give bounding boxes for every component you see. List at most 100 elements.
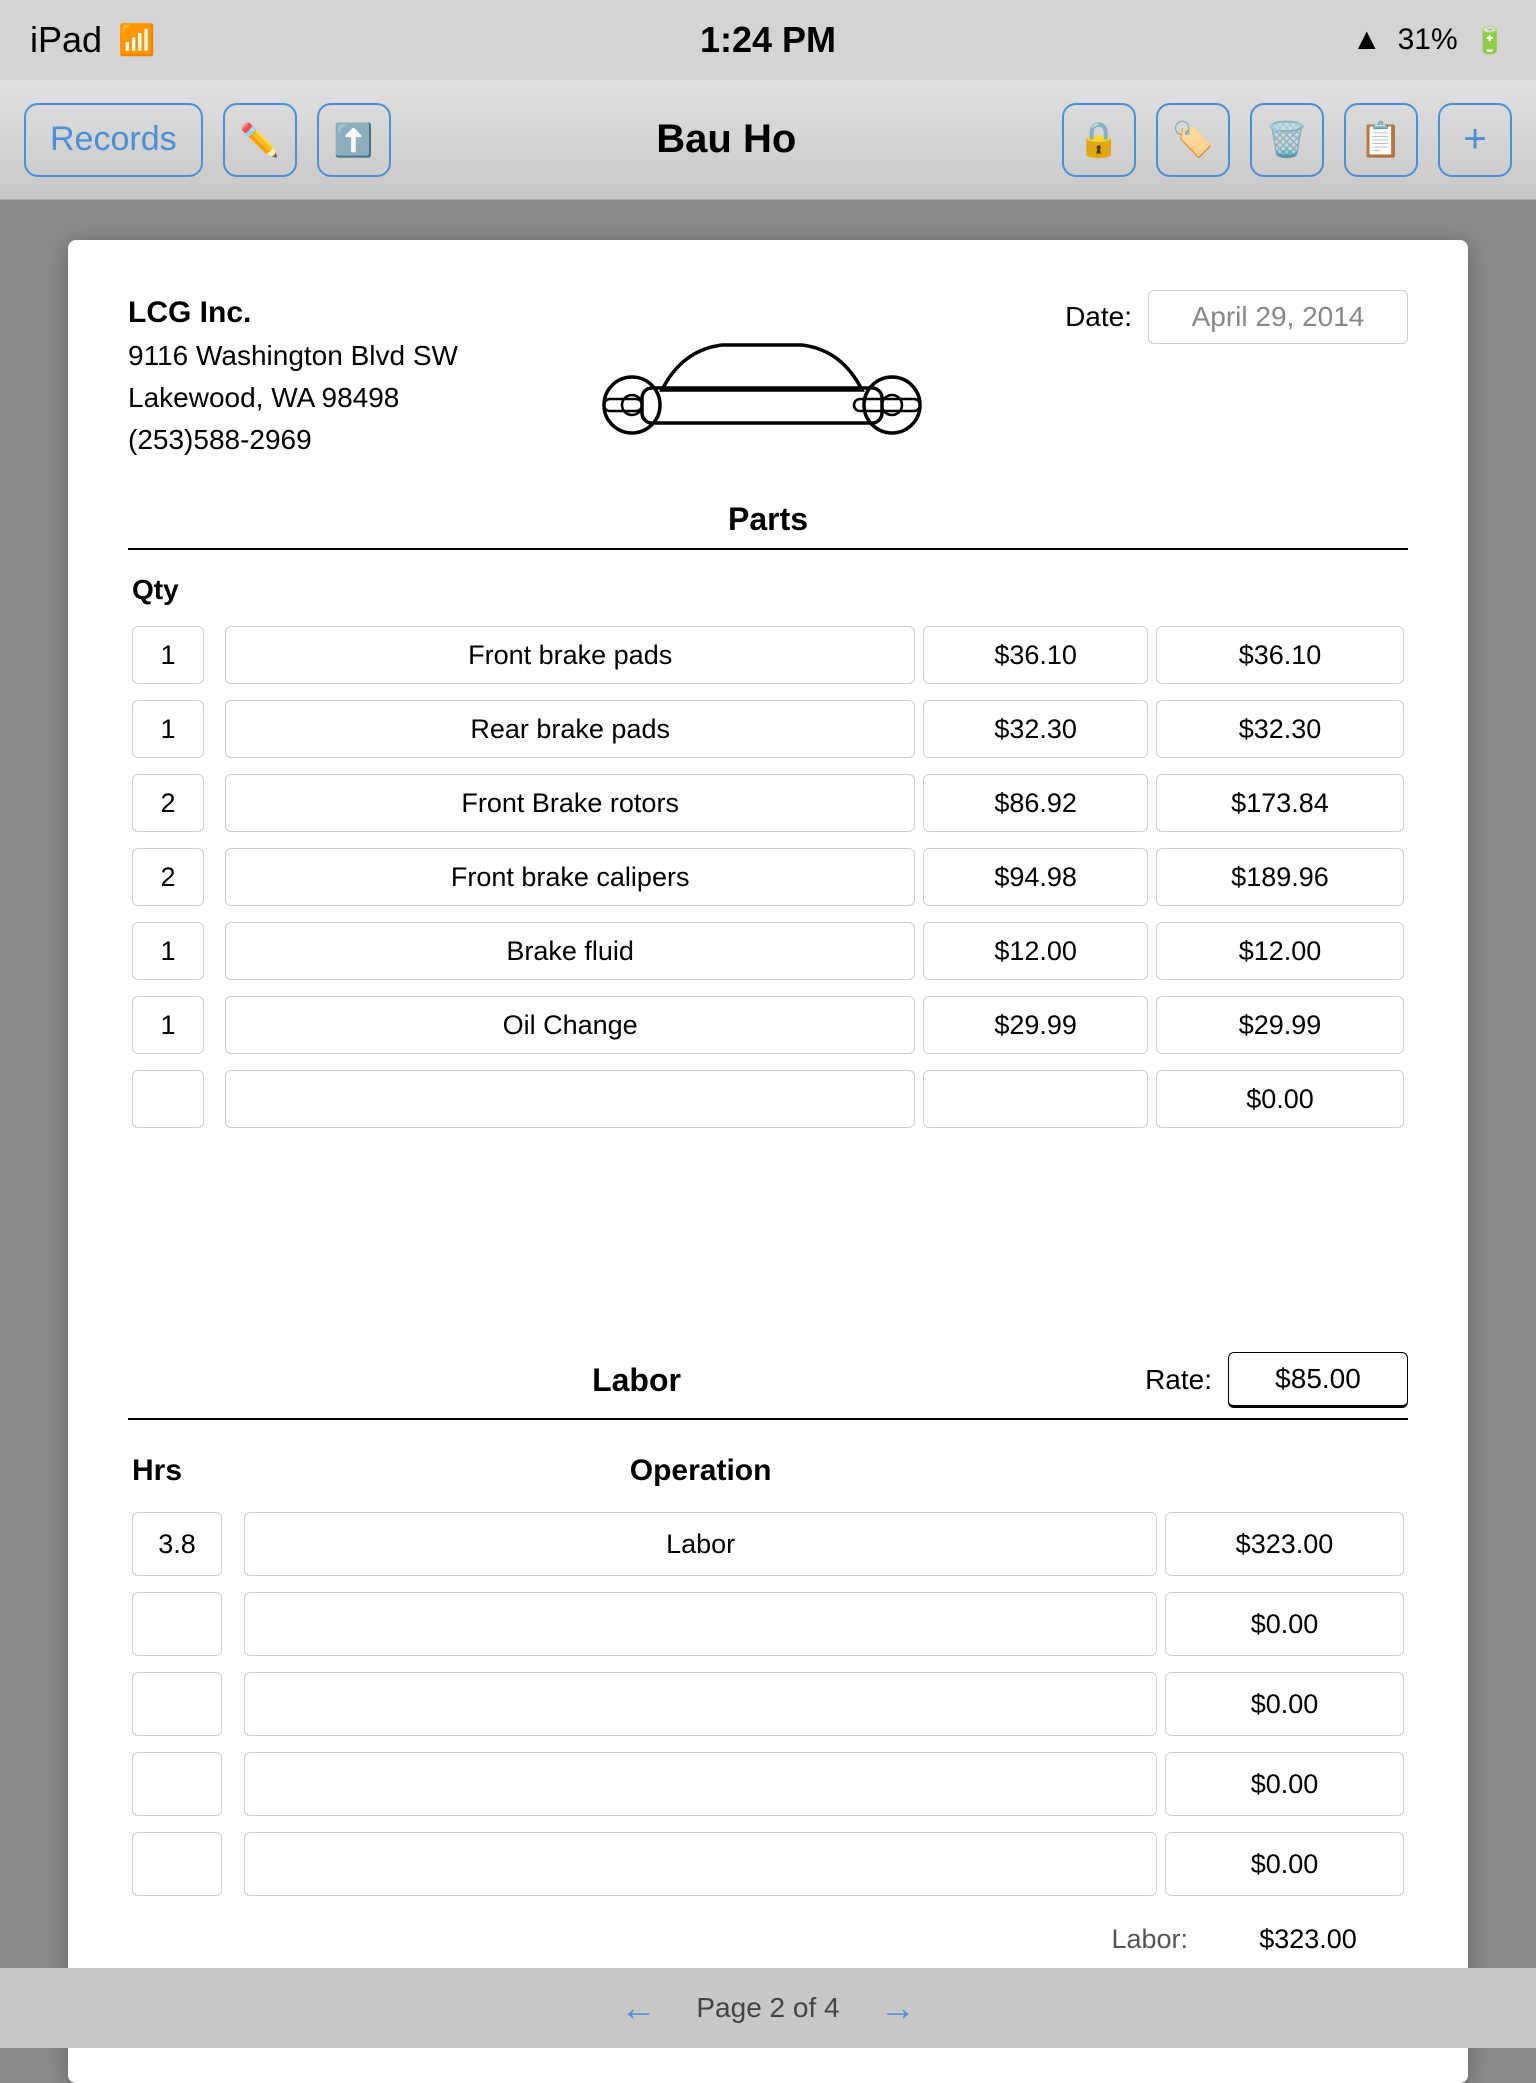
page-navigation: ← Page 2 of 4 → [0,1968,1536,2048]
labor-total-header [1161,1444,1408,1504]
labor-hrs-box [132,1592,222,1656]
parts-total-box: $12.00 [1156,922,1404,980]
toolbar-title: Bau Ho [411,117,1042,162]
hrs-header: Hrs [128,1444,240,1504]
parts-row: $0.00 [128,1062,1408,1136]
operation-header: Operation [240,1444,1161,1504]
labor-hrs-cell [128,1824,240,1904]
parts-total-cell: $29.99 [1152,988,1408,1062]
labor-divider [128,1418,1408,1420]
labor-row: $0.00 [128,1824,1408,1904]
labor-row: $0.00 [128,1664,1408,1744]
parts-section-header: Parts [128,501,1408,538]
parts-qty-cell [128,1062,221,1136]
edit-button[interactable]: ✏️ [223,103,297,177]
labor-total-box: $0.00 [1165,1832,1404,1896]
parts-qty-cell: 1 [128,988,221,1062]
status-right: ▲ 31% 🔋 [1352,23,1506,57]
qty-header: Qty [128,574,221,618]
parts-row: 1 Front brake pads $36.10 $36.10 [128,618,1408,692]
parts-qty-box: 1 [132,700,204,758]
labor-op-box [244,1832,1157,1896]
parts-total-cell: $36.10 [1152,618,1408,692]
parts-desc-cell: Front brake pads [221,618,919,692]
parts-qty-box: 2 [132,774,204,832]
prev-page-button[interactable]: ← [620,1987,656,2029]
tag-button[interactable]: 🏷️ [1156,103,1230,177]
parts-price-cell: $12.00 [919,914,1152,988]
toolbar-right: 🔒 🏷️ 🗑️ 📋 + [1062,103,1512,177]
parts-price-cell: $36.10 [919,618,1152,692]
labor-op-cell [240,1744,1161,1824]
parts-desc-box: Oil Change [225,996,915,1054]
parts-row: 2 Front Brake rotors $86.92 $173.84 [128,766,1408,840]
parts-desc-cell [221,1062,919,1136]
plus-icon: + [1463,117,1486,162]
status-bar: iPad 📶 1:24 PM ▲ 31% 🔋 [0,0,1536,80]
battery-percent: 31% [1398,23,1458,57]
labor-hrs-box [132,1832,222,1896]
add-button[interactable]: + [1438,103,1512,177]
labor-total-box: $0.00 [1165,1752,1404,1816]
toolbar: Records ✏️ ⬆️ Bau Ho 🔒 🏷️ 🗑️ 📋 + [0,80,1536,200]
parts-desc-cell: Oil Change [221,988,919,1062]
car-wrench-svg [602,290,922,450]
labor-total-cell-td: $0.00 [1161,1824,1408,1904]
tag-icon: 🏷️ [1172,120,1214,160]
parts-desc-cell: Front brake calipers [221,840,919,914]
labor-total-label: Labor: [1048,1924,1188,1955]
labor-rate-section: Rate: $85.00 [1145,1352,1408,1408]
parts-total-box: $36.10 [1156,626,1404,684]
labor-total-cell-td: $323.00 [1161,1504,1408,1584]
parts-desc-cell: Brake fluid [221,914,919,988]
parts-row: 2 Front brake calipers $94.98 $189.96 [128,840,1408,914]
parts-total-cell: $189.96 [1152,840,1408,914]
status-left: iPad 📶 [30,19,155,61]
next-page-button[interactable]: → [880,1987,916,2029]
parts-row: 1 Oil Change $29.99 $29.99 [128,988,1408,1062]
car-logo [498,290,1025,450]
labor-section-header: Labor [128,1362,1145,1399]
labor-total-box: $0.00 [1165,1592,1404,1656]
parts-desc-box: Rear brake pads [225,700,915,758]
labor-hrs-cell: 3.8 [128,1504,240,1584]
parts-desc-box [225,1070,915,1128]
parts-qty-box [132,1070,204,1128]
main-area: LCG Inc. 9116 Washington Blvd SW Lakewoo… [0,200,1536,2048]
parts-qty-cell: 1 [128,618,221,692]
company-phone: (253)588-2969 [128,419,458,461]
copy-button[interactable]: 📋 [1344,103,1418,177]
labor-hrs-cell [128,1744,240,1824]
status-time: 1:24 PM [700,19,836,61]
parts-total-box: $32.30 [1156,700,1404,758]
parts-price-box: $94.98 [923,848,1148,906]
parts-price-box: $32.30 [923,700,1148,758]
labor-op-cell [240,1664,1161,1744]
page-indicator: Page 2 of 4 [696,1992,839,2024]
company-name: LCG Inc. [128,290,458,335]
share-button[interactable]: ⬆️ [317,103,391,177]
parts-price-box: $29.99 [923,996,1148,1054]
labor-total-cell-td: $0.00 [1161,1744,1408,1824]
labor-total-value: $323.00 [1208,1924,1408,1955]
parts-price-box [923,1070,1148,1128]
parts-row: 1 Rear brake pads $32.30 $32.30 [128,692,1408,766]
labor-summary-row: Labor: $323.00 [128,1924,1408,1955]
labor-op-box [244,1672,1157,1736]
parts-qty-cell: 1 [128,692,221,766]
lock-button[interactable]: 🔒 [1062,103,1136,177]
labor-total-box: $0.00 [1165,1672,1404,1736]
labor-hrs-box [132,1672,222,1736]
delete-button[interactable]: 🗑️ [1250,103,1324,177]
labor-total-cell-td: $0.00 [1161,1664,1408,1744]
parts-desc-box: Front brake pads [225,626,915,684]
parts-price-cell: $94.98 [919,840,1152,914]
labor-total-cell-td: $0.00 [1161,1584,1408,1664]
records-button[interactable]: Records [24,103,203,177]
parts-qty-box: 1 [132,996,204,1054]
parts-desc-box: Brake fluid [225,922,915,980]
parts-qty-box: 2 [132,848,204,906]
battery-icon: 🔋 [1474,25,1506,56]
parts-qty-cell: 2 [128,840,221,914]
parts-qty-box: 1 [132,626,204,684]
